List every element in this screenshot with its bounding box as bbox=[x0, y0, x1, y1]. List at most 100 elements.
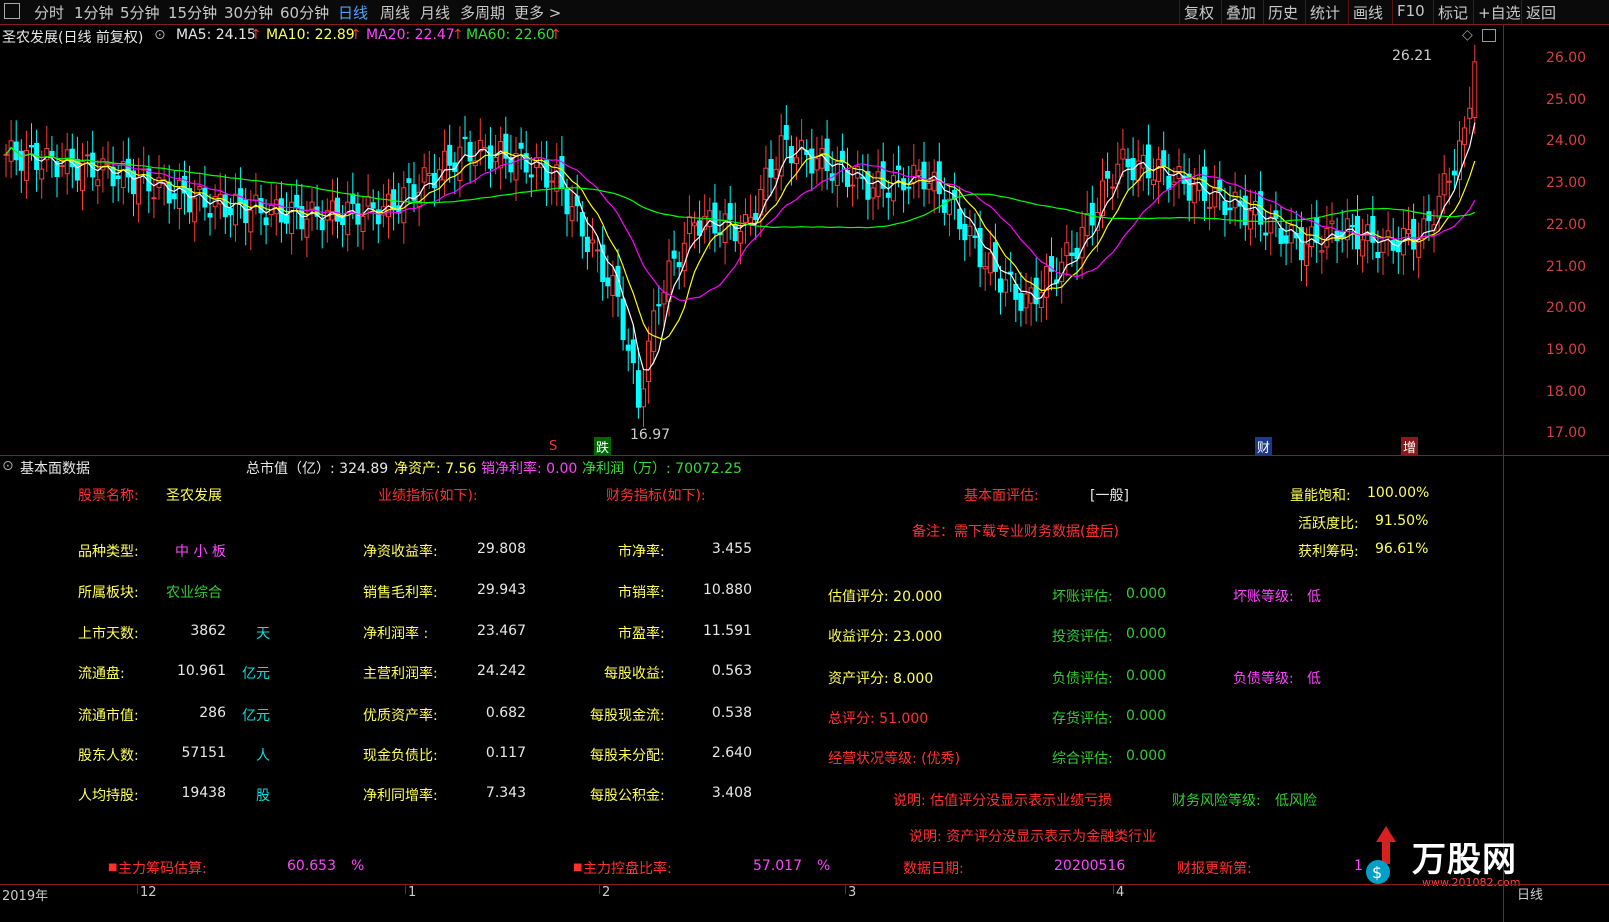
type-value: 中 小 板 bbox=[175, 544, 226, 560]
toolbar-button-0[interactable]: 复权 bbox=[1184, 2, 1214, 23]
tab-9[interactable]: 多周期 bbox=[460, 2, 505, 23]
tab-4[interactable]: 30分钟 bbox=[224, 2, 273, 23]
price-tick: 18.00 bbox=[1546, 383, 1587, 400]
candle-body bbox=[916, 169, 922, 177]
candle-body bbox=[1018, 293, 1024, 311]
tab-6[interactable]: 日线 bbox=[338, 2, 368, 23]
candle-body bbox=[564, 189, 570, 215]
sector-label: 所属板块: bbox=[78, 585, 139, 601]
candle-body bbox=[59, 165, 65, 168]
toolbar-menu-icon[interactable] bbox=[4, 3, 20, 19]
candle-body bbox=[166, 181, 172, 204]
candle-body bbox=[584, 236, 590, 253]
candle-body bbox=[1202, 166, 1207, 201]
avg-holding-label: 人均持股: bbox=[78, 788, 139, 804]
candle-body bbox=[1089, 202, 1095, 226]
tab-5[interactable]: 60分钟 bbox=[280, 2, 329, 23]
candle-body bbox=[488, 145, 493, 169]
bad-debt-level-value: 低 bbox=[1307, 589, 1321, 605]
toolbar-button-1[interactable]: 叠加 bbox=[1226, 2, 1256, 23]
price-tick: 17.00 bbox=[1546, 425, 1587, 442]
toolbar-separator bbox=[1392, 0, 1393, 24]
candle-body bbox=[518, 142, 524, 149]
candle-body bbox=[1406, 229, 1411, 235]
candle-body bbox=[319, 219, 325, 231]
candle-body bbox=[554, 164, 560, 192]
dropdown-icon[interactable]: ⊙ bbox=[154, 27, 166, 43]
candlestick-chart[interactable] bbox=[0, 45, 1502, 455]
operating-grade: 经营状况等级: (优秀) bbox=[828, 751, 961, 767]
listing-days-value: 3862 bbox=[190, 623, 226, 639]
tab-3[interactable]: 15分钟 bbox=[168, 2, 217, 23]
diamond-icon[interactable]: ◇ bbox=[1462, 27, 1473, 43]
debt-value: 0.000 bbox=[1126, 668, 1167, 684]
toolbar-button-4[interactable]: 画线 bbox=[1353, 2, 1383, 23]
logo-figure-icon: $ bbox=[1366, 826, 1396, 884]
toolbar-button-3[interactable]: 统计 bbox=[1310, 2, 1340, 23]
tab-2[interactable]: 5分钟 bbox=[120, 2, 160, 23]
toolbar-button-6[interactable]: 标记 bbox=[1438, 2, 1468, 23]
candle-body bbox=[284, 214, 289, 224]
toolbar-button-8[interactable]: 返回 bbox=[1526, 2, 1556, 23]
candle-body bbox=[1278, 228, 1284, 244]
candle-body bbox=[1283, 235, 1289, 244]
stock-title[interactable]: 圣农发展(日线 前复权) bbox=[2, 27, 143, 47]
perf-value: 29.943 bbox=[477, 582, 526, 598]
ma5-label: MA5: 24.15 bbox=[176, 27, 256, 43]
candle-body bbox=[890, 175, 896, 202]
float-mv-label: 流通市值: bbox=[78, 708, 139, 724]
candle-body bbox=[814, 158, 820, 171]
toolbar-separator bbox=[1521, 0, 1522, 24]
toolbar-button-5[interactable]: F10 bbox=[1397, 2, 1425, 20]
candle-body bbox=[442, 150, 448, 181]
candle-body bbox=[625, 344, 631, 351]
candle-body bbox=[987, 252, 993, 274]
perf-label: 主营利润率: bbox=[363, 666, 438, 682]
perf-label: 销售毛利率: bbox=[363, 585, 438, 601]
candle-body bbox=[1003, 279, 1009, 293]
toolbar-separator bbox=[1433, 0, 1434, 24]
volume-saturation-label: 量能饱和: bbox=[1290, 488, 1351, 504]
candle-body bbox=[931, 171, 937, 192]
price-tick: 25.00 bbox=[1546, 91, 1587, 108]
timeline-label: 2019年 bbox=[2, 889, 49, 904]
candle-body bbox=[95, 179, 101, 187]
candle-body bbox=[482, 147, 488, 150]
candle-body bbox=[1360, 239, 1366, 257]
listing-days-unit: 天 bbox=[256, 626, 270, 642]
tab-10[interactable]: 更多 > bbox=[514, 2, 561, 23]
high-price-label: 26.21 bbox=[1392, 48, 1433, 64]
candle-body bbox=[273, 199, 279, 215]
mark-zeng: 增 bbox=[1401, 437, 1419, 456]
candle-body bbox=[3, 153, 9, 156]
candle-body bbox=[85, 154, 91, 157]
fin-value: 3.455 bbox=[711, 541, 752, 557]
candle-body bbox=[1145, 144, 1151, 179]
axis-divider bbox=[1503, 25, 1504, 922]
invest-value: 0.000 bbox=[1126, 626, 1167, 642]
candle-body bbox=[447, 144, 453, 166]
candle-body bbox=[1472, 61, 1478, 118]
collapse-icon[interactable]: ⊙ bbox=[2, 458, 14, 474]
toolbar-button-7[interactable]: +自选 bbox=[1478, 2, 1521, 23]
candle-body bbox=[686, 216, 692, 234]
panel-divider bbox=[0, 455, 1609, 456]
tab-7[interactable]: 周线 bbox=[380, 2, 410, 23]
toolbar-separator bbox=[1179, 0, 1180, 24]
tab-1[interactable]: 1分钟 bbox=[74, 2, 114, 23]
candle-body bbox=[1288, 225, 1294, 244]
toolbar-button-2[interactable]: 历史 bbox=[1268, 2, 1298, 23]
candle-body bbox=[136, 177, 142, 205]
perf-value: 29.808 bbox=[477, 541, 526, 557]
sales-net-margin: 销净利率: 0.00 bbox=[481, 461, 578, 477]
candle-body bbox=[727, 203, 733, 220]
tab-8[interactable]: 月线 bbox=[420, 2, 450, 23]
candle-body bbox=[957, 208, 963, 230]
candle-body bbox=[426, 172, 432, 176]
candle-body bbox=[967, 225, 973, 237]
perf-label: 净利润率 : bbox=[363, 626, 429, 642]
bad-debt-value: 0.000 bbox=[1126, 586, 1167, 602]
tab-0[interactable]: 分时 bbox=[34, 2, 64, 23]
panel-toggle-icon[interactable] bbox=[1482, 29, 1496, 42]
inventory-value: 0.000 bbox=[1126, 708, 1167, 724]
